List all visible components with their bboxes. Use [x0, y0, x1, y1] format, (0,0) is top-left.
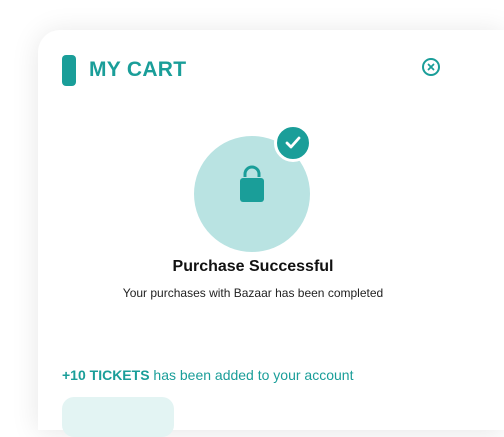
status-title: Purchase Successful — [172, 258, 334, 275]
check-icon — [285, 136, 301, 149]
close-button[interactable] — [422, 58, 440, 76]
success-illustration — [194, 124, 312, 252]
cart-header: MY CART — [62, 54, 186, 86]
page-title: MY CART — [89, 58, 187, 81]
tickets-text: has been added to your account — [149, 367, 354, 383]
check-badge — [274, 124, 312, 162]
header-accent-bar — [62, 54, 76, 86]
close-icon — [427, 63, 435, 71]
tickets-message: +10 TICKETS has been added to your accou… — [62, 367, 353, 383]
tickets-highlight: +10 TICKETS — [62, 367, 150, 383]
shopping-bag-icon — [240, 165, 264, 202]
cart-panel: MY CART Purchase Successful Your purchas… — [38, 30, 504, 437]
continue-button[interactable] — [62, 397, 174, 437]
status-subtitle: Your purchases with Bazaar has been comp… — [122, 286, 384, 300]
